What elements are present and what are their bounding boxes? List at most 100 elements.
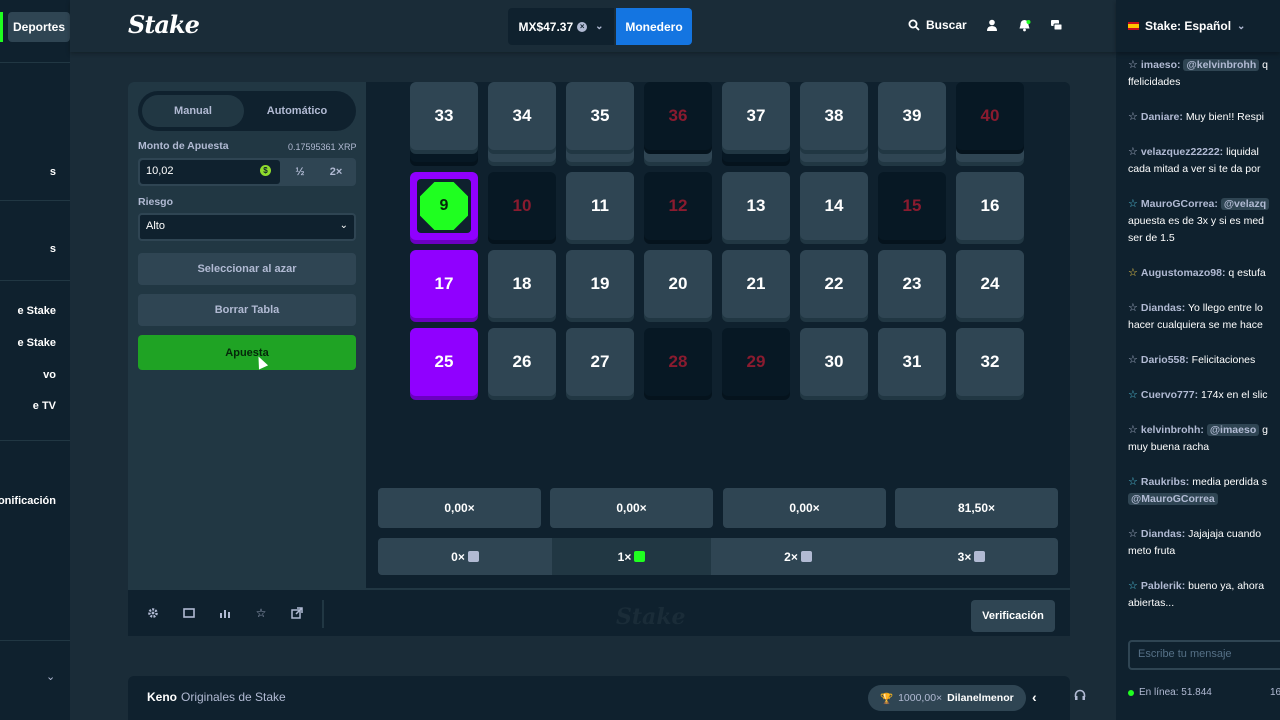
- chat-username[interactable]: Diandas:: [1141, 302, 1185, 314]
- chat-language-select[interactable]: Stake: Español ⌄: [1116, 0, 1280, 52]
- keno-tile[interactable]: 26: [488, 328, 556, 396]
- sidebar-item[interactable]: e TV: [33, 400, 56, 412]
- keno-tile[interactable]: 27: [566, 328, 634, 396]
- keno-tile[interactable]: 34: [488, 82, 556, 150]
- settings-icon[interactable]: [146, 606, 160, 620]
- hit-count-cell: 0×: [378, 538, 552, 575]
- sports-tab[interactable]: Deportes: [8, 12, 70, 42]
- game-subtitle[interactable]: Originales de Stake: [181, 690, 286, 704]
- chat-username[interactable]: Daniare:: [1141, 111, 1183, 123]
- keno-tile[interactable]: 14: [800, 172, 868, 240]
- tab-manual[interactable]: Manual: [142, 95, 244, 127]
- chat-username[interactable]: MauroGCorrea:: [1141, 198, 1218, 210]
- chat-message: ☆ Augustomazo98: q estufa: [1128, 265, 1280, 282]
- chat-icon[interactable]: [1047, 16, 1065, 34]
- keno-tile[interactable]: 37: [722, 82, 790, 150]
- sidebar-item[interactable]: vo: [43, 369, 56, 381]
- currency-icon: ×: [577, 21, 588, 32]
- chat-text: hacer cualquiera se me hace: [1128, 319, 1263, 331]
- record-badge[interactable]: 🏆 1000,00× Dilanelmenor: [868, 685, 1026, 711]
- chat-username[interactable]: kelvinbrohh:: [1141, 424, 1204, 436]
- keno-tile[interactable]: 39: [878, 82, 946, 150]
- star-icon: ☆: [1128, 476, 1138, 488]
- keno-tile[interactable]: 23: [878, 250, 946, 318]
- chat-username[interactable]: Diandas:: [1141, 528, 1185, 540]
- keno-tile[interactable]: 15: [878, 172, 946, 240]
- chat-username[interactable]: Pablerik:: [1141, 580, 1185, 592]
- user-icon[interactable]: [983, 16, 1001, 34]
- chat-username[interactable]: Augustomazo98:: [1141, 267, 1226, 279]
- chat-mention[interactable]: @imaeso: [1206, 424, 1260, 436]
- keno-tile[interactable]: 30: [800, 328, 868, 396]
- chat-text: ffelicidades: [1128, 76, 1181, 88]
- keno-tile[interactable]: 24: [956, 250, 1024, 318]
- headphones-icon[interactable]: [1074, 689, 1086, 704]
- chat-username[interactable]: imaeso:: [1141, 59, 1181, 71]
- chat-username[interactable]: Cuervo777:: [1141, 389, 1198, 401]
- stats-icon[interactable]: [218, 606, 232, 620]
- theatre-mode-icon[interactable]: [182, 606, 196, 620]
- keno-tile[interactable]: 20: [644, 250, 712, 318]
- keno-tile[interactable]: 32: [956, 328, 1024, 396]
- keno-tile[interactable]: 18: [488, 250, 556, 318]
- star-icon[interactable]: ☆: [254, 606, 268, 620]
- sidebar-item[interactable]: s: [50, 243, 56, 255]
- notifications-icon[interactable]: [1015, 16, 1033, 34]
- risk-select[interactable]: Alto ⌄: [138, 213, 356, 241]
- verification-button[interactable]: Verificación: [971, 600, 1055, 632]
- chat-input[interactable]: Escribe tu mensaje: [1128, 640, 1280, 670]
- chat-message: ffelicidades: [1128, 74, 1280, 91]
- casino-tab-edge[interactable]: [0, 12, 3, 42]
- keno-tile[interactable]: 29: [722, 328, 790, 396]
- chat-mention[interactable]: @kelvinbrohh: [1183, 59, 1260, 71]
- stake-watermark: Stake: [616, 604, 686, 630]
- clear-table-button[interactable]: Borrar Tabla: [138, 294, 356, 326]
- keno-tile[interactable]: 9: [410, 172, 478, 240]
- chevron-left-icon[interactable]: ‹: [1032, 689, 1037, 705]
- bet-button[interactable]: Apuesta: [138, 335, 356, 370]
- tile-number: 22: [824, 274, 844, 293]
- keno-tile[interactable]: 22: [800, 250, 868, 318]
- keno-tile[interactable]: 10: [488, 172, 556, 240]
- stake-logo[interactable]: Stake: [128, 10, 200, 39]
- keno-tile[interactable]: 11: [566, 172, 634, 240]
- keno-tile[interactable]: 13: [722, 172, 790, 240]
- sidebar-item[interactable]: e Stake: [17, 337, 56, 349]
- search-button[interactable]: Buscar: [908, 18, 967, 32]
- wallet-button[interactable]: Monedero: [616, 8, 692, 45]
- tile-number: 30: [824, 352, 844, 371]
- keno-tile[interactable]: 35: [566, 82, 634, 150]
- popout-icon[interactable]: [290, 606, 304, 620]
- tile-number: 33: [434, 106, 454, 125]
- keno-tile[interactable]: 17: [410, 250, 478, 318]
- chat-username[interactable]: Raukribs:: [1141, 476, 1189, 488]
- keno-tile[interactable]: 33: [410, 82, 478, 150]
- keno-tile[interactable]: 40: [956, 82, 1024, 150]
- keno-tile[interactable]: 36: [644, 82, 712, 150]
- keno-tile[interactable]: 25: [410, 328, 478, 396]
- chat-text: Muy bien!! Respi: [1185, 111, 1265, 123]
- keno-tile[interactable]: 16: [956, 172, 1024, 240]
- chat-mention[interactable]: @velazq: [1220, 198, 1270, 210]
- balance-selector[interactable]: MX$47.37 × ⌄: [508, 8, 614, 45]
- keno-tile[interactable]: 28: [644, 328, 712, 396]
- sidebar-item[interactable]: e Stake: [17, 305, 56, 317]
- keno-tile[interactable]: 21: [722, 250, 790, 318]
- half-bet-button[interactable]: ½: [282, 160, 318, 184]
- chat-mention[interactable]: @MauroGCorrea: [1128, 493, 1218, 505]
- tab-automatic[interactable]: Automático: [246, 95, 348, 127]
- double-bet-button[interactable]: 2×: [318, 160, 354, 184]
- keno-tile[interactable]: 12: [644, 172, 712, 240]
- bet-amount-input[interactable]: 10,02: [140, 160, 280, 184]
- random-pick-button[interactable]: Seleccionar al azar: [138, 253, 356, 285]
- sidebar-item[interactable]: s: [50, 166, 56, 178]
- chat-username[interactable]: velazquez22222:: [1141, 146, 1223, 158]
- chat-message: cada mitad a ver si te da por: [1128, 161, 1280, 178]
- chat-username[interactable]: Dario558:: [1141, 354, 1189, 366]
- keno-tile[interactable]: 31: [878, 328, 946, 396]
- keno-tile[interactable]: 19: [566, 250, 634, 318]
- tile-number: 15: [902, 196, 922, 215]
- keno-tile[interactable]: 38: [800, 82, 868, 150]
- chevron-down-icon[interactable]: ⌄: [46, 670, 55, 683]
- sidebar-item[interactable]: onificación: [0, 495, 56, 507]
